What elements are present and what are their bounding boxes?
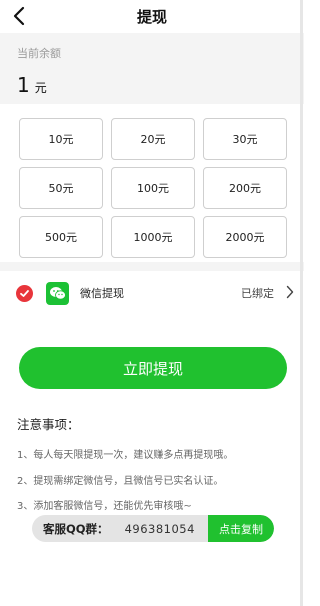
page-title: 提现 [136,8,167,26]
amount-option-1000[interactable]: 1000元 [111,216,195,258]
balance-section: 当前余额 1 元 [0,33,304,104]
amount-option-10[interactable]: 10元 [19,118,103,160]
note-item: 2、提现需绑定微信号，且微信号已实名认证。 [17,476,224,487]
wechat-icon [46,281,69,305]
amount-option-100[interactable]: 100元 [111,167,195,209]
notes-title: 注意事项： [17,417,80,432]
main-content: 立即提现 注意事项： 1、每人每天限提现一次，建议赚多点再提现哦。 2、提现需绑… [0,315,304,606]
chevron-left-icon [13,6,25,26]
section-divider [0,262,304,271]
amount-option-2000[interactable]: 2000元 [203,216,287,258]
amount-option-50[interactable]: 50元 [19,167,103,209]
amount-option-500[interactable]: 500元 [19,216,103,258]
withdraw-method-status: 已绑定 [241,287,274,300]
scrollbar[interactable] [300,0,303,606]
amount-option-200[interactable]: 200元 [203,167,287,209]
note-item: 3、添加客服微信号，还能优先审核哦~ [17,501,192,512]
balance-row: 1 元 [17,73,304,97]
balance-amount: 1 [17,73,30,97]
withdraw-method-name: 微信提现 [80,287,124,300]
note-item: 1、每人每天限提现一次，建议赚多点再提现哦。 [17,450,234,461]
header: 提现 [0,0,304,33]
withdraw-now-button[interactable]: 立即提现 [19,347,287,389]
check-circle-icon[interactable] [16,284,33,302]
copy-qq-button[interactable]: 点击复制 [208,515,274,542]
support-qq-number: 496381054 [124,521,195,536]
amount-options-grid: 10元 20元 30元 50元 100元 200元 500元 1000元 200… [0,104,304,262]
support-qq-label: 客服QQ群： [43,521,109,536]
back-button[interactable] [6,3,32,29]
balance-unit: 元 [34,81,47,95]
withdraw-method-row[interactable]: 微信提现 已绑定 [0,271,304,315]
chevron-right-icon [286,285,294,299]
amount-option-30[interactable]: 30元 [203,118,287,160]
balance-label: 当前余额 [17,47,61,60]
support-qq-bar: 客服QQ群： 496381054 点击复制 [32,515,274,542]
amount-option-20[interactable]: 20元 [111,118,195,160]
